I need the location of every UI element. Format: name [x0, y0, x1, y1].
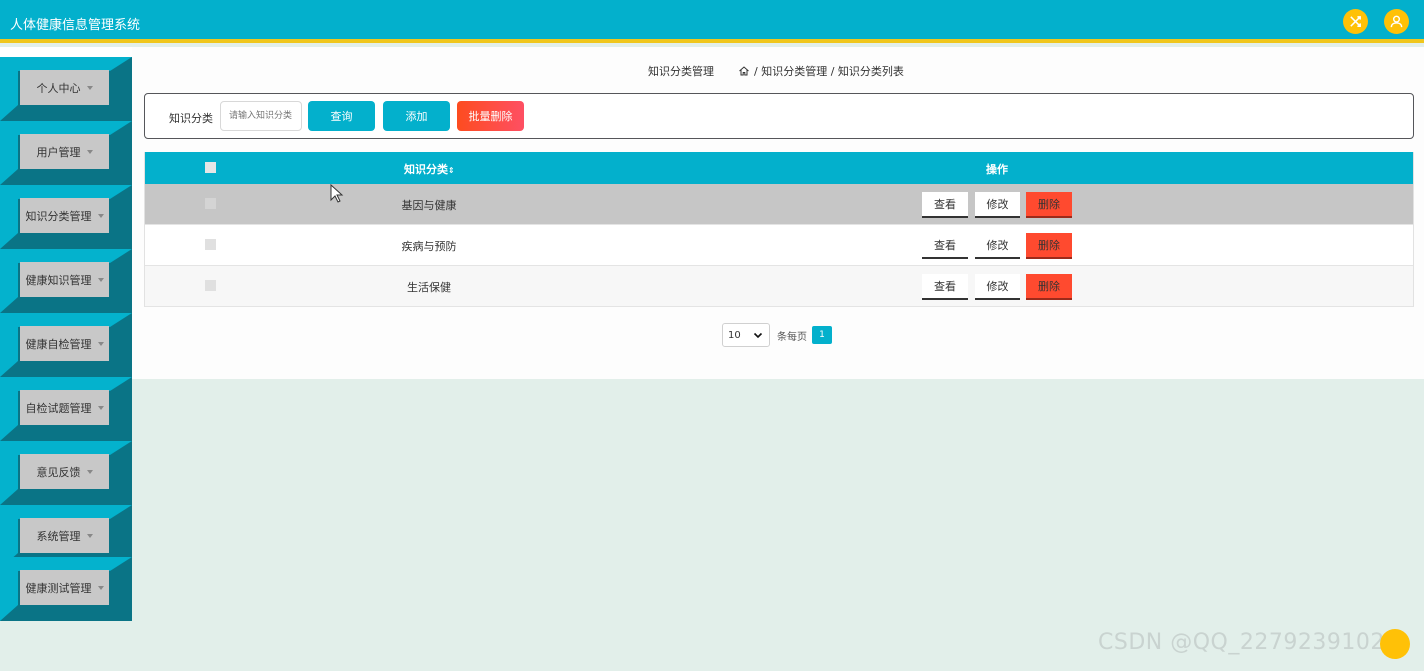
caret-down-icon [97, 342, 104, 346]
breadcrumb-trail: / 知识分类管理 / 知识分类列表 [754, 65, 904, 78]
shuffle-icon[interactable] [1343, 9, 1368, 34]
home-icon[interactable] [738, 65, 750, 77]
search-form: 知识分类 查询 添加 批量删除 [144, 93, 1414, 139]
view-button[interactable]: 查看 [922, 274, 968, 300]
table-header: 知识分类⇕ 操作 [145, 152, 1413, 184]
column-header-label: 知识分类 [404, 163, 448, 176]
sidebar-button[interactable]: 意见反馈 [20, 454, 109, 489]
view-button[interactable]: 查看 [922, 233, 968, 259]
query-button[interactable]: 查询 [308, 101, 375, 131]
add-button[interactable]: 添加 [383, 101, 450, 131]
column-header-category[interactable]: 知识分类⇕ [404, 161, 455, 177]
top-header: 人体健康信息管理系统 [0, 0, 1424, 43]
chevron-down-icon [753, 332, 763, 339]
sidebar-item-knowledge-category[interactable]: 知识分类管理 [0, 185, 132, 249]
sidebar-button[interactable]: 健康知识管理 [20, 262, 109, 297]
delete-button[interactable]: 删除 [1026, 274, 1072, 300]
sidebar-button[interactable]: 用户管理 [20, 134, 109, 169]
sidebar-button[interactable]: 健康测试管理 [20, 570, 109, 605]
float-action-button[interactable] [1380, 629, 1410, 659]
sidebar-button[interactable]: 健康自检管理 [20, 326, 109, 361]
user-glyph [1390, 15, 1403, 28]
sidebar-item-label: 自检试题管理 [25, 401, 92, 415]
sidebar-item-label: 用户管理 [36, 145, 81, 159]
main-panel: 知识分类管理 / 知识分类管理 / 知识分类列表 知识分类 查询 添加 批量删除… [132, 47, 1424, 379]
sidebar-item-label: 健康知识管理 [25, 273, 92, 287]
category-table: 知识分类⇕ 操作 基因与健康 查看 修改 删除 疾病与预防 查看 修改 删除 生… [144, 152, 1414, 307]
watermark: CSDN @QQ_2279239102 [1098, 630, 1385, 655]
search-label: 知识分类 [169, 112, 213, 125]
sidebar-button[interactable]: 个人中心 [20, 70, 109, 105]
page-title: 知识分类管理 [648, 65, 714, 78]
mouse-cursor-icon [330, 184, 344, 203]
shuffle-glyph [1350, 16, 1361, 27]
sidebar-button[interactable]: 系统管理 [20, 518, 109, 553]
caret-down-icon [86, 534, 93, 538]
page-number-button[interactable]: 1 [812, 326, 832, 344]
per-page-label: 条每页 [777, 331, 807, 343]
sidebar-item-label: 意见反馈 [36, 465, 81, 479]
sidebar-button[interactable]: 知识分类管理 [20, 198, 109, 233]
edit-button[interactable]: 修改 [975, 274, 1020, 300]
view-button[interactable]: 查看 [922, 192, 968, 218]
caret-down-icon [97, 278, 104, 282]
select-all-checkbox[interactable] [205, 162, 216, 173]
batch-delete-button[interactable]: 批量删除 [457, 101, 524, 131]
pagination: 10 条每页 1 [722, 323, 832, 347]
sidebar-item-personal-center[interactable]: 个人中心 [0, 57, 132, 121]
caret-down-icon [97, 586, 104, 590]
caret-down-icon [86, 86, 93, 90]
category-name: 生活保健 [407, 281, 451, 294]
table-row: 生活保健 查看 修改 删除 [145, 266, 1413, 307]
user-icon[interactable] [1384, 9, 1409, 34]
page-size-select[interactable]: 10 [722, 323, 770, 347]
sidebar-item-users[interactable]: 用户管理 [0, 121, 132, 185]
sidebar-item-label: 健康自检管理 [25, 337, 92, 351]
sidebar-item-label: 系统管理 [36, 529, 81, 543]
sidebar: 个人中心 用户管理 知识分类管理 健康知识管理 健康自检管理 自检试题管理 意见… [0, 47, 132, 621]
edit-button[interactable]: 修改 [975, 192, 1020, 218]
delete-button[interactable]: 删除 [1026, 233, 1072, 259]
caret-down-icon [97, 214, 104, 218]
sidebar-item-health-knowledge[interactable]: 健康知识管理 [0, 249, 132, 313]
search-input[interactable] [220, 101, 302, 131]
page-size-value: 10 [728, 329, 741, 341]
sidebar-item-label: 健康测试管理 [25, 581, 92, 595]
column-header-ops: 操作 [986, 163, 1008, 176]
caret-down-icon [86, 470, 93, 474]
table-row: 疾病与预防 查看 修改 删除 [145, 225, 1413, 266]
app-title: 人体健康信息管理系统 [10, 18, 141, 33]
sort-icon[interactable]: ⇕ [448, 166, 455, 175]
category-name: 疾病与预防 [401, 240, 457, 253]
sidebar-button[interactable]: 自检试题管理 [20, 390, 109, 425]
sidebar-item-self-check[interactable]: 健康自检管理 [0, 313, 132, 377]
sidebar-item-feedback[interactable]: 意见反馈 [0, 441, 132, 505]
caret-down-icon [97, 406, 104, 410]
caret-down-icon [86, 150, 93, 154]
sidebar-item-label: 知识分类管理 [25, 209, 92, 223]
edit-button[interactable]: 修改 [975, 233, 1020, 259]
breadcrumb: 知识分类管理 / 知识分类管理 / 知识分类列表 [132, 63, 1424, 81]
sidebar-item-health-test[interactable]: 健康测试管理 [0, 557, 132, 621]
breadcrumb-path: / 知识分类管理 / 知识分类列表 [738, 63, 904, 79]
sidebar-item-label: 个人中心 [36, 81, 81, 95]
category-name: 基因与健康 [401, 199, 457, 212]
sidebar-item-self-check-questions[interactable]: 自检试题管理 [0, 377, 132, 441]
delete-button[interactable]: 删除 [1026, 192, 1072, 218]
